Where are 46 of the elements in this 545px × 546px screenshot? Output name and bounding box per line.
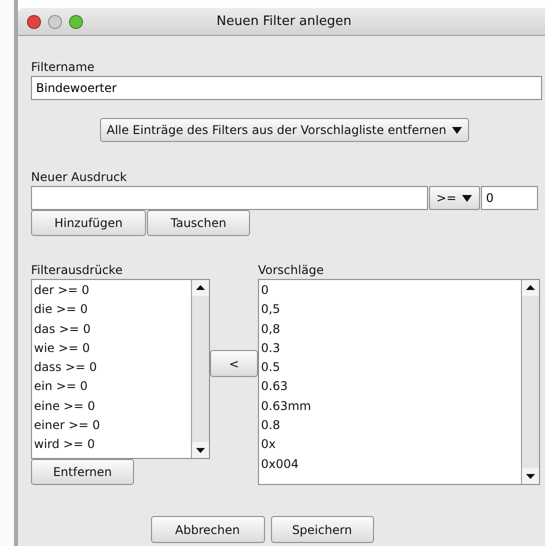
caret-icon — [452, 126, 462, 134]
scroll-down-icon[interactable] — [522, 468, 539, 484]
list-item[interactable]: die >= 0 — [32, 300, 191, 320]
move-button[interactable]: < — [210, 350, 258, 377]
list-item[interactable]: 0.8 — [259, 416, 521, 436]
list-item[interactable]: 0x004 — [259, 454, 521, 474]
list-item[interactable]: der >= 0 — [32, 281, 191, 300]
action-button[interactable]: Hinzufügen — [31, 210, 146, 236]
field-label: Neuer Ausdruck — [31, 170, 128, 184]
list-item[interactable]: einer >= 0 — [32, 416, 191, 436]
expression-field[interactable] — [31, 186, 428, 210]
list-item[interactable]: 0 — [259, 281, 521, 300]
window-title: Neuen Filter anlegen — [216, 14, 352, 29]
field-label: Filtername — [31, 60, 96, 74]
close-icon[interactable] — [27, 14, 41, 28]
operator-dropdown[interactable]: >= — [429, 186, 480, 210]
scroll-down-icon[interactable] — [192, 442, 209, 458]
caret-icon — [462, 194, 472, 202]
action-button[interactable]: Tauschen — [147, 210, 250, 236]
zoom-icon[interactable] — [69, 14, 83, 28]
list-item[interactable]: wie >= 0 — [32, 338, 191, 358]
list-item[interactable]: 0.63mm — [259, 396, 521, 416]
threshold-field[interactable]: 0 — [481, 186, 538, 210]
scroll-bar[interactable] — [521, 280, 539, 484]
remove-button[interactable]: Entfernen — [31, 459, 134, 485]
scroll-up-icon[interactable] — [192, 280, 209, 296]
list-item[interactable]: eine >= 0 — [32, 396, 191, 416]
list-item[interactable]: 0.3 — [259, 338, 521, 358]
list-item[interactable]: 0.5 — [259, 358, 521, 378]
scroll-up-icon[interactable] — [522, 280, 539, 296]
list-item[interactable]: wird >= 0 — [32, 435, 191, 455]
list-item[interactable]: das >= 0 — [32, 320, 191, 339]
list-item[interactable]: 0,5 — [259, 300, 521, 320]
list-label: Filterausdrücke — [31, 263, 124, 277]
filter-name-field[interactable]: Bindewoerter — [31, 76, 542, 100]
dialog-button[interactable]: Abbrechen — [150, 516, 264, 543]
list-label: Vorschläge — [258, 263, 325, 277]
remove-all-dropdown[interactable]: Alle Einträge des Filters aus der Vorschlagliste entfernen — [100, 118, 470, 142]
minimize-icon[interactable] — [48, 14, 62, 28]
list-item[interactable]: ein >= 0 — [32, 377, 191, 397]
list-item[interactable]: 0x — [259, 435, 521, 455]
list-item[interactable]: 0,8 — [259, 320, 521, 339]
list-item[interactable]: dass >= 0 — [32, 358, 191, 378]
list-item[interactable]: 0.63 — [259, 377, 521, 397]
scroll-bar[interactable] — [191, 280, 209, 458]
dialog-button[interactable]: Speichern — [270, 516, 374, 543]
